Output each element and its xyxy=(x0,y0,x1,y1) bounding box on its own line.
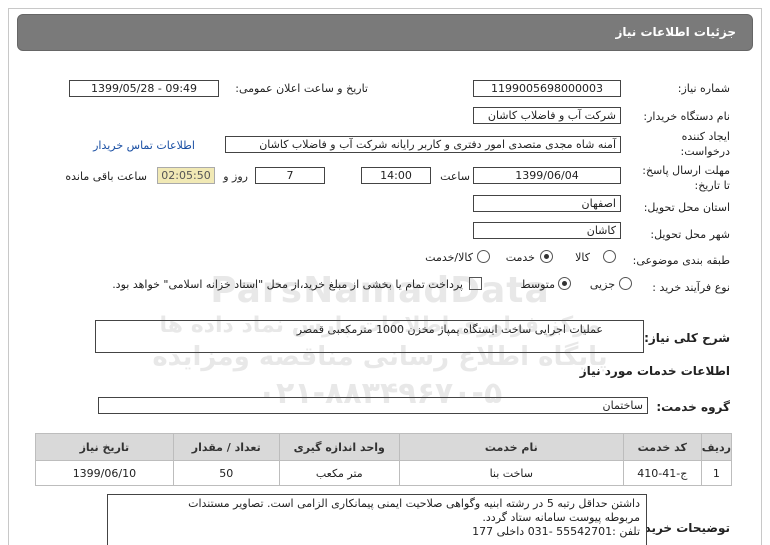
service-group-field[interactable]: ساختمان xyxy=(98,397,648,414)
process-option-medium: متوسط xyxy=(520,278,555,291)
col-header-unit: واحد اندازه گیری xyxy=(278,433,400,461)
process-radio-minor[interactable] xyxy=(619,277,632,290)
deadline-date-field[interactable]: 1399/06/04 xyxy=(473,167,621,184)
deadline-label-line2: تا تاریخ: xyxy=(694,179,730,192)
buyer-contact-link[interactable]: اطلاعات تماس خریدار xyxy=(93,139,195,152)
remaining-timer: 02:05:50 xyxy=(157,167,215,184)
process-radio-medium[interactable] xyxy=(558,277,571,290)
process-option-minor: جزیی xyxy=(589,278,615,291)
province-field[interactable]: اصفهان xyxy=(473,195,621,212)
buyer-field[interactable]: شرکت آب و فاضلاب کاشان xyxy=(473,107,621,124)
category-radio-goods[interactable] xyxy=(603,250,616,263)
deadline-label-line1: مهلت ارسال پاسخ: xyxy=(642,164,730,177)
service-group-label: گروه خدمت: xyxy=(656,400,730,414)
col-header-row-number: ردیف xyxy=(700,433,733,461)
category-option-goods: کالا xyxy=(575,251,590,264)
cell-row-number: 1 xyxy=(700,460,733,486)
category-radio-service[interactable] xyxy=(540,250,553,263)
need-number-label: شماره نیاز: xyxy=(677,82,730,95)
buyer-notes-line3: تلفن :55542701 -031 داخلی 177 xyxy=(472,525,640,538)
cell-service-name: ساخت بنا xyxy=(398,460,624,486)
category-option-goods-service: کالا/خدمت xyxy=(425,251,473,264)
cell-need-date: 1399/06/10 xyxy=(35,460,174,486)
city-label: شهر محل تحویل: xyxy=(650,228,730,241)
category-radio-goods-service[interactable] xyxy=(477,250,490,263)
col-header-need-date: تاریخ نیاز xyxy=(35,433,174,461)
services-section-title: اطلاعات خدمات مورد نیاز xyxy=(579,364,730,378)
cell-service-code: ج-41-410 xyxy=(622,460,702,486)
city-field[interactable]: کاشان xyxy=(473,222,621,239)
treasury-payment-note: پرداخت تمام یا بخشی از مبلغ خرید،از محل … xyxy=(112,278,463,291)
col-header-service-name: نام خدمت xyxy=(398,433,624,461)
buyer-notes-line2: مربوطه پیوست سامانه ستاد گردد. xyxy=(482,511,640,524)
need-number-field[interactable]: 1199005698000003 xyxy=(473,80,621,97)
services-table: ردیف کد خدمت نام خدمت واحد اندازه گیری ت… xyxy=(35,433,733,486)
creator-field[interactable]: آمنه شاه مجدی متصدی امور دفتری و کاربر ر… xyxy=(225,136,621,153)
creator-label-line1: ایجاد کننده xyxy=(681,130,730,143)
buyer-notes-line1: داشتن حداقل رتبه 5 در رشته ابنیه وگواهی … xyxy=(188,497,640,510)
page-header: جزئیات اطلاعات نیاز xyxy=(17,14,753,51)
cell-quantity: 50 xyxy=(172,460,280,486)
deadline-time-field[interactable]: 14:00 xyxy=(361,167,431,184)
announce-label: تاریخ و ساعت اعلان عمومی: xyxy=(235,82,368,95)
days-label: روز و xyxy=(223,170,248,183)
remaining-label: ساعت باقی مانده xyxy=(65,170,147,183)
category-label: طبقه بندی موضوعی: xyxy=(632,254,730,267)
time-label: ساعت xyxy=(440,170,470,183)
buyer-notes-field[interactable]: داشتن حداقل رتبه 5 در رشته ابنیه وگواهی … xyxy=(107,494,647,545)
summary-field[interactable]: عملیات اجرایی ساخت ایستگاه پمپاژ مخزن 10… xyxy=(95,320,644,353)
summary-label: شرح کلی نیاز: xyxy=(644,331,730,345)
process-label: نوع فرآیند خرید : xyxy=(652,281,730,294)
cell-unit: متر مکعب xyxy=(278,460,400,486)
days-field[interactable]: 7 xyxy=(255,167,325,184)
province-label: استان محل تحویل: xyxy=(643,201,730,214)
col-header-service-code: کد خدمت xyxy=(622,433,702,461)
announce-field[interactable]: 1399/05/28 - 09:49 xyxy=(69,80,219,97)
table-row[interactable]: 1 ج-41-410 ساخت بنا متر مکعب 50 1399/06/… xyxy=(35,460,733,486)
category-option-service: خدمت xyxy=(505,251,535,264)
treasury-payment-checkbox[interactable] xyxy=(469,277,482,290)
table-header-row: ردیف کد خدمت نام خدمت واحد اندازه گیری ت… xyxy=(35,433,733,461)
buyer-label: نام دستگاه خریدار: xyxy=(643,110,730,123)
col-header-quantity: تعداد / مقدار xyxy=(172,433,280,461)
creator-label-line2: درخواست: xyxy=(680,145,730,158)
page-title: جزئیات اطلاعات نیاز xyxy=(615,25,736,39)
